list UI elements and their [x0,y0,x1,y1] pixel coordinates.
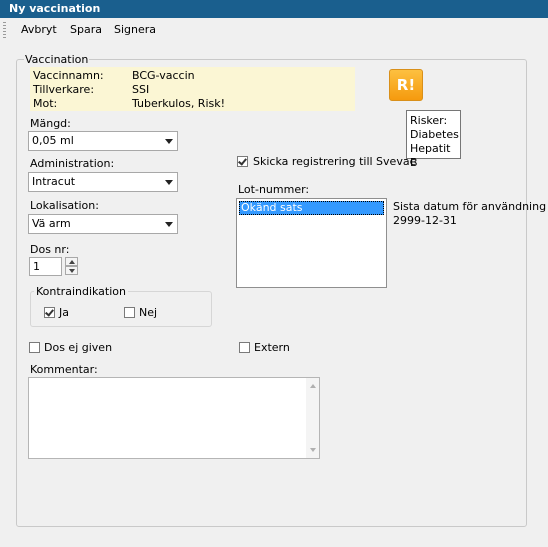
comment-label: Kommentar: [30,363,98,376]
dose-amount-select[interactable]: 0,05 ml [28,131,178,151]
arrow-up-icon [69,260,75,264]
dose-not-given-label: Dos ej given [44,341,113,354]
location-label: Lokalisation: [30,199,99,212]
dose-number-label: Dos nr: [30,243,70,256]
external-checkbox[interactable] [239,342,250,353]
send-svevac-label: Skicka registrering till Svevac [253,155,416,168]
location-value: Vä arm [32,217,71,230]
chevron-down-icon [165,222,173,227]
scroll-up-icon[interactable] [310,384,316,388]
dose-number-down-button[interactable] [65,266,78,275]
dose-number-up-button[interactable] [65,257,78,266]
vaccine-info-box: Vaccinnamn: BCG-vaccin Tillverkare: SSI … [30,67,355,111]
cancel-button[interactable]: Avbryt [21,21,57,39]
risk-button[interactable]: R! [389,69,423,101]
vaccine-name-value: BCG-vaccin [132,69,195,82]
contraindication-yes-checkbox[interactable] [44,307,55,318]
manufacturer-value: SSI [132,83,150,96]
comment-textarea[interactable] [28,377,320,459]
administration-value: Intracut [32,175,76,188]
toolbar-grip [3,22,6,40]
external-label: Extern [254,341,290,354]
expiry-value: 2999-12-31 [393,214,457,227]
arrow-down-icon [69,269,75,273]
lot-list-item[interactable]: Okänd sats [239,201,384,215]
administration-label: Administration: [30,157,115,170]
dose-not-given-checkbox[interactable] [29,342,40,353]
risk-tooltip-title: Risker: [410,114,448,127]
contraindication-yes-label: Ja [59,306,69,319]
dose-amount-value: 0,05 ml [32,134,74,147]
lot-number-label: Lot-nummer: [238,183,310,196]
sign-button[interactable]: Signera [114,21,156,39]
location-select[interactable]: Vä arm [28,214,178,234]
expiry-label: Sista datum för användning [393,200,547,213]
manufacturer-label: Tillverkare: [33,83,95,96]
send-svevac-checkbox[interactable] [237,156,248,167]
scroll-down-icon[interactable] [310,448,316,452]
dose-amount-label: Mängd: [30,117,71,130]
administration-select[interactable]: Intracut [28,172,178,192]
dose-number-input[interactable]: 1 [29,257,62,276]
risk-tooltip: Risker: Diabetes Hepatit B [406,110,461,169]
against-label: Mot: [33,97,58,110]
risk-item-hepatitis: Hepatit B [410,142,451,169]
chevron-down-icon [165,139,173,144]
risk-item-diabetes: Diabetes [410,128,459,141]
vaccination-group-label: Vaccination [24,53,90,66]
chevron-down-icon [165,180,173,185]
contraindication-no-label: Nej [139,306,158,319]
comment-scrollbar[interactable] [306,378,319,458]
vaccine-name-label: Vaccinnamn: [33,69,104,82]
contraindication-label: Kontraindikation [34,285,128,298]
save-button[interactable]: Spara [70,21,102,39]
window-title: Ny vaccination [0,0,548,18]
contraindication-no-checkbox[interactable] [124,307,135,318]
lot-number-list[interactable]: Okänd sats [236,198,387,288]
against-value: Tuberkulos, Risk! [132,97,226,110]
